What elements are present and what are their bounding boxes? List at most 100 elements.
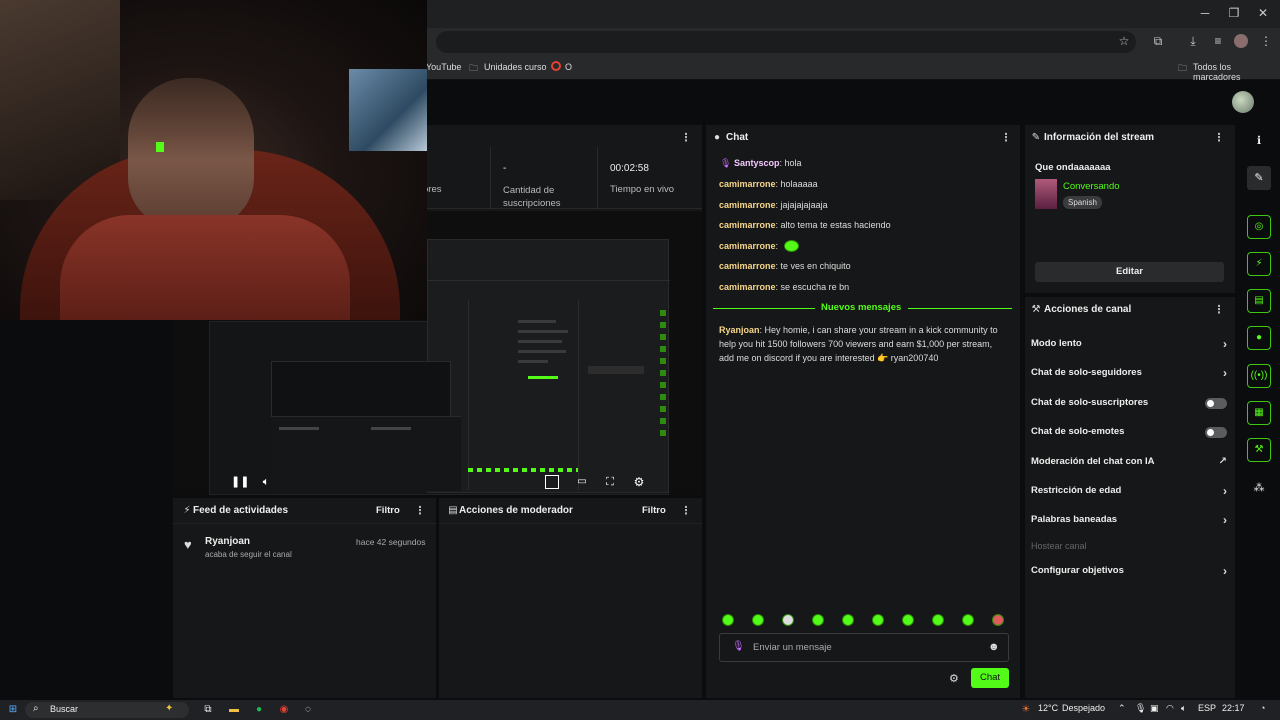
kebab-icon[interactable]: ⋮ xyxy=(1213,125,1225,151)
toggle-switch[interactable] xyxy=(1205,398,1227,409)
wrench-icon: ⚒ xyxy=(1031,304,1041,315)
action-age-restriction[interactable]: Restricción de edad › xyxy=(1031,477,1227,505)
toggle-switch[interactable] xyxy=(1205,427,1227,438)
tray-chevron-icon[interactable]: ⌃ xyxy=(1118,703,1126,714)
language-indicator[interactable]: ESP xyxy=(1198,703,1216,713)
emote-button[interactable] xyxy=(842,614,854,626)
chat-username[interactable]: Santyscop xyxy=(734,158,780,168)
activity-filter-button[interactable]: Filtro xyxy=(376,505,400,516)
info-icon[interactable]: ℹ xyxy=(1247,129,1271,153)
new-messages-divider xyxy=(908,308,1012,309)
emote-button[interactable] xyxy=(902,614,914,626)
action-configure-goals[interactable]: Configurar objetivos › xyxy=(1031,557,1227,585)
kebab-icon[interactable]: ⋮ xyxy=(414,498,426,524)
kebab-icon[interactable]: ⋮ xyxy=(680,498,692,524)
settings-icon[interactable]: ⚙ xyxy=(632,475,646,489)
chat-username[interactable]: camimarrone xyxy=(719,261,776,271)
menu-icon[interactable]: ⋮ xyxy=(1258,33,1274,49)
star-icon[interactable]: ☆ xyxy=(1116,33,1132,49)
mic-icon[interactable]: 🎙︎ xyxy=(732,641,745,652)
tools-icon[interactable]: ⚒ xyxy=(1247,438,1271,462)
apps-icon[interactable]: ⁂ xyxy=(1247,476,1271,500)
layout-icon[interactable]: ▦ xyxy=(1247,401,1271,425)
stream-info-title: Información del stream xyxy=(1044,132,1155,143)
kebab-icon[interactable]: ⋮ xyxy=(1000,125,1012,151)
minimize-button[interactable]: ─ xyxy=(1194,4,1216,22)
bookmark-o[interactable]: O xyxy=(565,62,572,72)
action-followers-only[interactable]: Chat de solo-seguidores › xyxy=(1031,359,1227,387)
all-bookmarks[interactable]: Todos los marcadores xyxy=(1193,62,1280,82)
action-host-channel: Hostear canal xyxy=(1031,532,1227,560)
chat-username[interactable]: camimarrone xyxy=(719,179,776,189)
user-avatar[interactable] xyxy=(1232,91,1254,113)
edit-button[interactable]: Editar xyxy=(1035,262,1224,282)
fullscreen-icon[interactable]: ⛶ xyxy=(603,475,617,489)
emote-button[interactable] xyxy=(932,614,944,626)
chat-message: camimarrone: te ves en chiquito xyxy=(719,261,851,271)
speaker-icon[interactable]: 🔈︎ xyxy=(1181,703,1186,714)
notifications-icon[interactable]: ◔ xyxy=(1260,703,1265,713)
task-view-icon[interactable]: ⧉ xyxy=(201,703,215,717)
stream-info-header: ✎ Información del stream xyxy=(1025,125,1235,151)
volume-icon[interactable]: 🔈︎ xyxy=(259,475,273,489)
download-icon[interactable]: ⤓ xyxy=(1185,33,1201,49)
clipboard-icon[interactable]: ▤ xyxy=(1247,289,1271,313)
chat-message: camimarrone: xyxy=(719,241,779,251)
bookmark-unidades-curso[interactable]: Unidades curso xyxy=(484,62,547,72)
stream-category[interactable]: Conversando xyxy=(1063,181,1120,192)
bolt-icon[interactable]: ⚡ xyxy=(1247,252,1271,276)
emote-button[interactable] xyxy=(872,614,884,626)
media-icon[interactable]: ≡ xyxy=(1210,33,1226,49)
broadcast-icon[interactable]: ((•)) xyxy=(1247,364,1271,388)
emote-button[interactable] xyxy=(722,614,734,626)
kebab-icon[interactable]: ⋮ xyxy=(1213,297,1225,323)
emote-button[interactable] xyxy=(992,614,1004,626)
heart-icon: ♥ xyxy=(184,537,192,552)
obs-icon[interactable]: ◌ xyxy=(301,703,315,717)
chat-username[interactable]: Ryanjoan xyxy=(719,325,760,335)
chat-username[interactable]: camimarrone xyxy=(719,241,776,251)
wifi-icon[interactable]: ◠ xyxy=(1166,703,1174,714)
emote-button[interactable] xyxy=(812,614,824,626)
chrome-icon[interactable]: ◉ xyxy=(277,703,291,717)
emote-button[interactable] xyxy=(752,614,764,626)
tray-app-icon[interactable]: ▣ xyxy=(1150,703,1159,714)
action-ai-moderation[interactable]: Moderación del chat con IA ↗ xyxy=(1031,448,1227,476)
chat-text: hola xyxy=(784,158,802,168)
profile-avatar[interactable] xyxy=(1234,34,1248,48)
emoji-icon[interactable]: ☻ xyxy=(988,641,1000,653)
chat-username[interactable]: camimarrone xyxy=(719,220,776,230)
chat-input[interactable]: 🎙︎ Enviar un mensaje ☻ xyxy=(719,633,1009,662)
action-slow-mode[interactable]: Modo lento › xyxy=(1031,330,1227,358)
close-button[interactable]: ✕ xyxy=(1252,4,1274,22)
chat-settings-icon[interactable]: ⚙ xyxy=(949,672,959,685)
chat-header: ● Chat xyxy=(706,125,1020,151)
spotify-icon[interactable]: ● xyxy=(252,703,266,717)
chevron-right-icon: › xyxy=(1223,513,1227,527)
extensions-icon[interactable]: ⧉ xyxy=(1150,33,1166,49)
clock[interactable]: 22:17 xyxy=(1222,703,1245,713)
mod-filter-button[interactable]: Filtro xyxy=(642,505,666,516)
theater-icon[interactable]: ▭ xyxy=(575,475,589,489)
clip-icon[interactable]: ◎ xyxy=(1247,215,1271,239)
subs-value: - xyxy=(503,163,507,174)
restore-button[interactable]: ❐ xyxy=(1223,4,1245,22)
emote-button[interactable] xyxy=(782,614,794,626)
emote-button[interactable] xyxy=(962,614,974,626)
bookmark-youtube[interactable]: YouTube xyxy=(426,62,461,72)
chat-send-button[interactable]: Chat xyxy=(971,668,1009,688)
pause-icon[interactable]: ❚❚ xyxy=(231,475,249,489)
action-banned-words[interactable]: Palabras baneadas › xyxy=(1031,506,1227,534)
chat-icon[interactable]: ● xyxy=(1247,326,1271,350)
taskbar-search[interactable]: ⌕ Buscar ✦ xyxy=(25,702,189,718)
mic-tray-icon[interactable]: 🎙︎ xyxy=(1135,703,1146,714)
pip-icon[interactable] xyxy=(545,475,559,489)
chat-username[interactable]: camimarrone xyxy=(719,200,776,210)
activity-user[interactable]: Ryanjoan xyxy=(205,536,250,547)
chat-username[interactable]: camimarrone xyxy=(719,282,776,292)
chat-panel: ● Chat ⋮ 🎙︎ Santyscop: hola camimarrone:… xyxy=(706,125,1020,698)
file-explorer-icon[interactable]: ▬ xyxy=(227,703,241,717)
windows-start-icon[interactable]: ⊞ xyxy=(6,703,20,717)
edit-icon[interactable]: ✎ xyxy=(1247,166,1271,190)
address-bar[interactable] xyxy=(436,31,1136,53)
